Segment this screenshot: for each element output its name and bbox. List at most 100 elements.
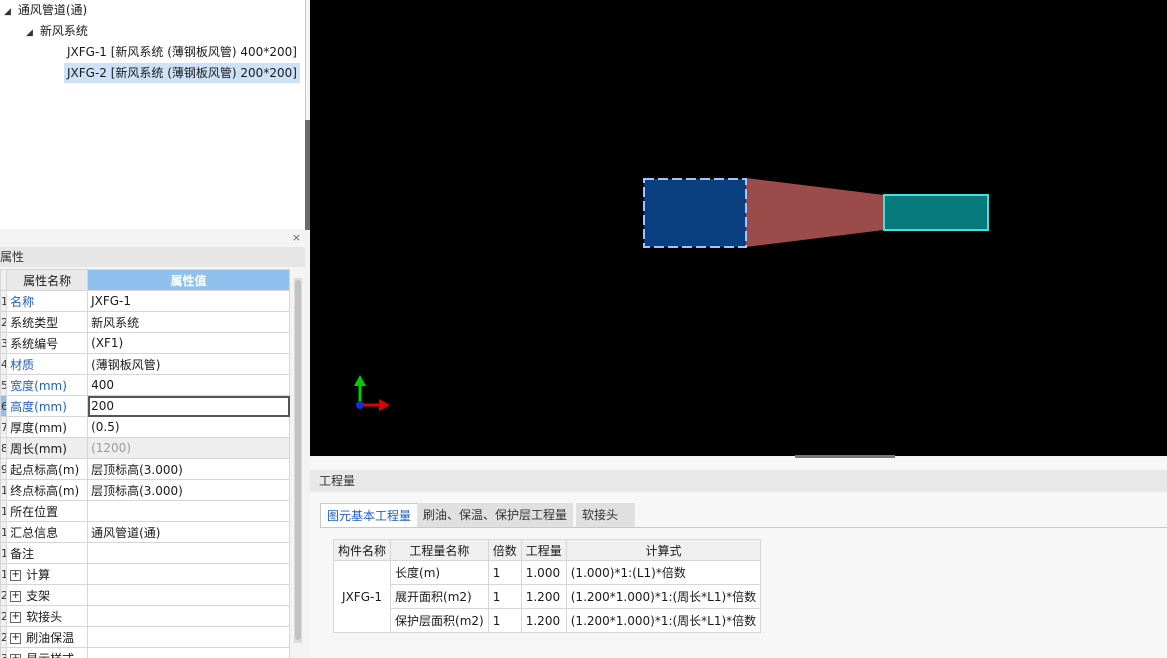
tree-item-label: JXFG-1 [新风系统 (薄钢板风管) 400*200] <box>67 45 297 59</box>
property-name: 宽度(mm) <box>10 378 67 393</box>
quantity-table-header: 构件名称 工程量名称 倍数 工程量 计算式 <box>332 539 762 561</box>
expand-plus-icon[interactable]: + <box>10 632 22 644</box>
quantity-name-cell: 展开面积(m2) <box>390 584 489 609</box>
property-row[interactable]: 9起点标高(m)层顶标高(3.000) <box>0 458 290 480</box>
property-value[interactable] <box>87 584 290 606</box>
property-row[interactable]: 5宽度(mm)400 <box>0 374 290 396</box>
property-name: 终点标高(m) <box>10 483 80 498</box>
property-value[interactable]: 层顶标高(3.000) <box>87 479 290 501</box>
property-row[interactable]: 21+支架 <box>0 584 290 606</box>
property-row[interactable]: 1名称JXFG-1 <box>0 290 290 312</box>
property-value[interactable]: 400 <box>87 374 290 396</box>
col-header: 工程量名称 <box>390 539 489 561</box>
scrollbar-thumb[interactable] <box>295 280 301 640</box>
duct-transition[interactable] <box>746 178 884 247</box>
close-icon[interactable]: × <box>292 231 301 244</box>
tree-node-label: 新风系统 <box>39 24 88 38</box>
property-value[interactable] <box>87 647 290 658</box>
collapse-triangle-icon[interactable]: ◢ <box>4 2 14 22</box>
formula-cell: (1.000)*1:(L1)*倍数 <box>565 560 762 585</box>
property-name: 周长(mm) <box>10 441 67 456</box>
collapse-triangle-icon[interactable]: ◢ <box>26 23 36 43</box>
quantity-cell: 1.000 <box>520 560 567 585</box>
quantity-panel-title: 工程量 <box>310 470 1167 492</box>
property-row[interactable]: 2系统类型新风系统 <box>0 311 290 333</box>
expand-plus-icon[interactable]: + <box>10 611 22 623</box>
property-grid-header: 属性名称 属性值 <box>0 269 290 291</box>
property-value[interactable]: JXFG-1 <box>87 290 290 312</box>
property-value[interactable]: 通风管道(通) <box>87 521 290 543</box>
property-row[interactable]: 12汇总信息通风管道(通) <box>0 521 290 543</box>
property-row[interactable]: 7厚度(mm)(0.5) <box>0 416 290 438</box>
property-row[interactable]: 3系统编号(XF1) <box>0 332 290 354</box>
tree-node-system[interactable]: ◢ 新风系统 <box>26 21 88 41</box>
tab-paint-insulation[interactable]: 刷油、保温、保护层工程量 <box>417 503 574 527</box>
property-grid: 属性名称 属性值 1名称JXFG-12系统类型新风系统3系统编号(XF1)4材质… <box>0 269 290 658</box>
property-row[interactable]: 32+显示样式 <box>0 647 290 658</box>
expand-plus-icon[interactable]: + <box>10 590 22 602</box>
property-value[interactable]: (1200) <box>87 437 290 459</box>
property-name: 厚度(mm) <box>10 420 67 435</box>
property-name: 计算 <box>26 567 51 582</box>
property-value[interactable] <box>87 542 290 564</box>
property-name: 高度(mm) <box>10 399 67 414</box>
property-value[interactable] <box>87 605 290 627</box>
table-row[interactable]: 展开面积(m2) 1 1.200 (1.200*1.000)*1:(周长*L1)… <box>334 584 762 609</box>
property-row[interactable]: 4材质(薄钢板风管) <box>0 353 290 375</box>
col-header-value[interactable]: 属性值 <box>87 269 290 291</box>
props-header-bar: × <box>0 231 305 245</box>
property-row[interactable]: 13备注 <box>0 542 290 564</box>
property-name: 材质 <box>10 357 35 372</box>
property-value[interactable]: (0.5) <box>87 416 290 438</box>
expand-plus-icon[interactable]: + <box>10 569 22 581</box>
property-value[interactable] <box>87 626 290 648</box>
expand-plus-icon[interactable]: + <box>10 653 22 658</box>
property-value[interactable] <box>87 563 290 585</box>
property-value[interactable]: (XF1) <box>87 332 290 354</box>
property-row[interactable]: 8周长(mm)(1200) <box>0 437 290 459</box>
quantity-table: 构件名称 工程量名称 倍数 工程量 计算式 JXFG-1 长度(m) 1 1.0… <box>332 539 762 633</box>
multiplier-cell: 1 <box>487 584 522 609</box>
property-value[interactable] <box>87 500 290 522</box>
property-value[interactable]: (薄钢板风管) <box>87 353 290 375</box>
component-cell: JXFG-1 <box>332 560 392 633</box>
duct-segment-200x200[interactable] <box>883 194 989 231</box>
property-row[interactable]: 24+软接头 <box>0 605 290 627</box>
drawing-canvas[interactable] <box>310 0 1167 456</box>
tree-item-label: JXFG-2 [新风系统 (薄钢板风管) 200*200] <box>67 66 297 80</box>
property-name: 显示样式 <box>26 652 74 658</box>
duct-segment-400x200[interactable] <box>643 178 747 248</box>
canvas-svg <box>354 178 989 411</box>
tab-basic-quantity[interactable]: 图元基本工程量 <box>320 503 419 528</box>
component-tree: ◢ 通风管道(通) ◢ 新风系统 JXFG-1 [新风系统 (薄钢板风管) 40… <box>0 0 306 229</box>
tree-item-jxfg-2[interactable]: JXFG-2 [新风系统 (薄钢板风管) 200*200] <box>64 63 300 83</box>
property-name: 系统类型 <box>10 315 59 330</box>
property-name: 所在位置 <box>10 504 59 519</box>
property-row[interactable]: 14+计算 <box>0 563 290 585</box>
property-name: 系统编号 <box>10 336 59 351</box>
property-name: 备注 <box>10 546 35 561</box>
property-value[interactable]: 新风系统 <box>87 311 290 333</box>
col-header: 构件名称 <box>332 539 392 561</box>
table-row[interactable]: JXFG-1 长度(m) 1 1.000 (1.000)*1:(L1)*倍数 <box>332 560 762 633</box>
col-header: 工程量 <box>520 539 567 561</box>
property-name: 汇总信息 <box>10 525 59 540</box>
property-row[interactable]: 6高度(mm)200 <box>0 395 290 417</box>
property-value[interactable]: 层顶标高(3.000) <box>87 458 290 480</box>
tree-node-root[interactable]: ◢ 通风管道(通) <box>4 0 87 20</box>
col-header: 倍数 <box>487 539 522 561</box>
axis-gizmo-icon <box>354 375 390 411</box>
property-name: 刷油保温 <box>26 630 75 645</box>
property-row[interactable]: 27+刷油保温 <box>0 626 290 648</box>
col-header-name[interactable]: 属性名称 <box>6 269 89 291</box>
tab-flex-connector[interactable]: 软接头 <box>576 503 635 527</box>
property-row[interactable]: 11所在位置 <box>0 500 290 522</box>
quantity-name-cell: 保护层面积(m2) <box>390 608 489 633</box>
property-row[interactable]: 10终点标高(m)层顶标高(3.000) <box>0 479 290 501</box>
property-name: 支架 <box>26 588 51 603</box>
table-row[interactable]: 保护层面积(m2) 1 1.200 (1.200*1.000)*1:(周长*L1… <box>334 608 762 633</box>
tree-item-jxfg-1[interactable]: JXFG-1 [新风系统 (薄钢板风管) 400*200] <box>64 42 300 62</box>
property-name: 软接头 <box>26 609 63 624</box>
quantity-cell: 1.200 <box>520 584 567 609</box>
property-value-input[interactable]: 200 <box>87 395 290 417</box>
